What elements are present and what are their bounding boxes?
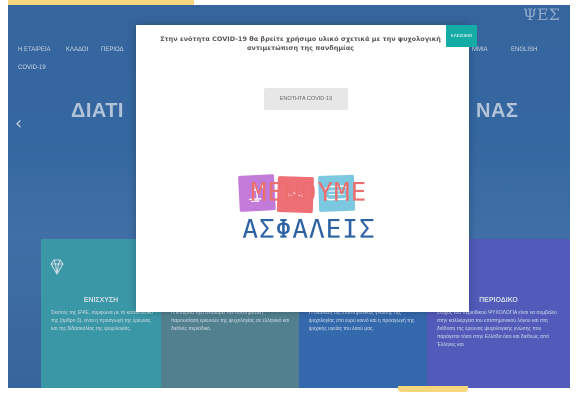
poster-word-safe: ΑΣΦΑΛΕΙΣ — [242, 215, 376, 245]
covid-section-button[interactable]: ΕΝΟΤΗΤΑ COVID-19 — [264, 88, 348, 110]
screenshot-frame: ΨΕΣ Η ΕΤΑΙΡΕΙΑ ΚΛΑΔΟΙ ΠΕΡΙΟΔ ΜΜΙΑ ENGLIS… — [0, 0, 577, 394]
highlight-bar-bottom — [398, 386, 468, 392]
poster-word-stay: ΜΕΝΟΥΜΕ — [250, 178, 368, 208]
covid-popup-modal: ΚΛΕΙΣΙΜΟ Στην ενότητα COVID-19 θα βρείτε… — [136, 25, 477, 312]
website-page: ΨΕΣ Η ΕΤΑΙΡΕΙΑ ΚΛΑΔΟΙ ΠΕΡΙΟΔ ΜΜΙΑ ENGLIS… — [8, 5, 570, 388]
modal-message: Στην ενότητα COVID-19 θα βρείτε χρήσιμο … — [160, 35, 441, 52]
